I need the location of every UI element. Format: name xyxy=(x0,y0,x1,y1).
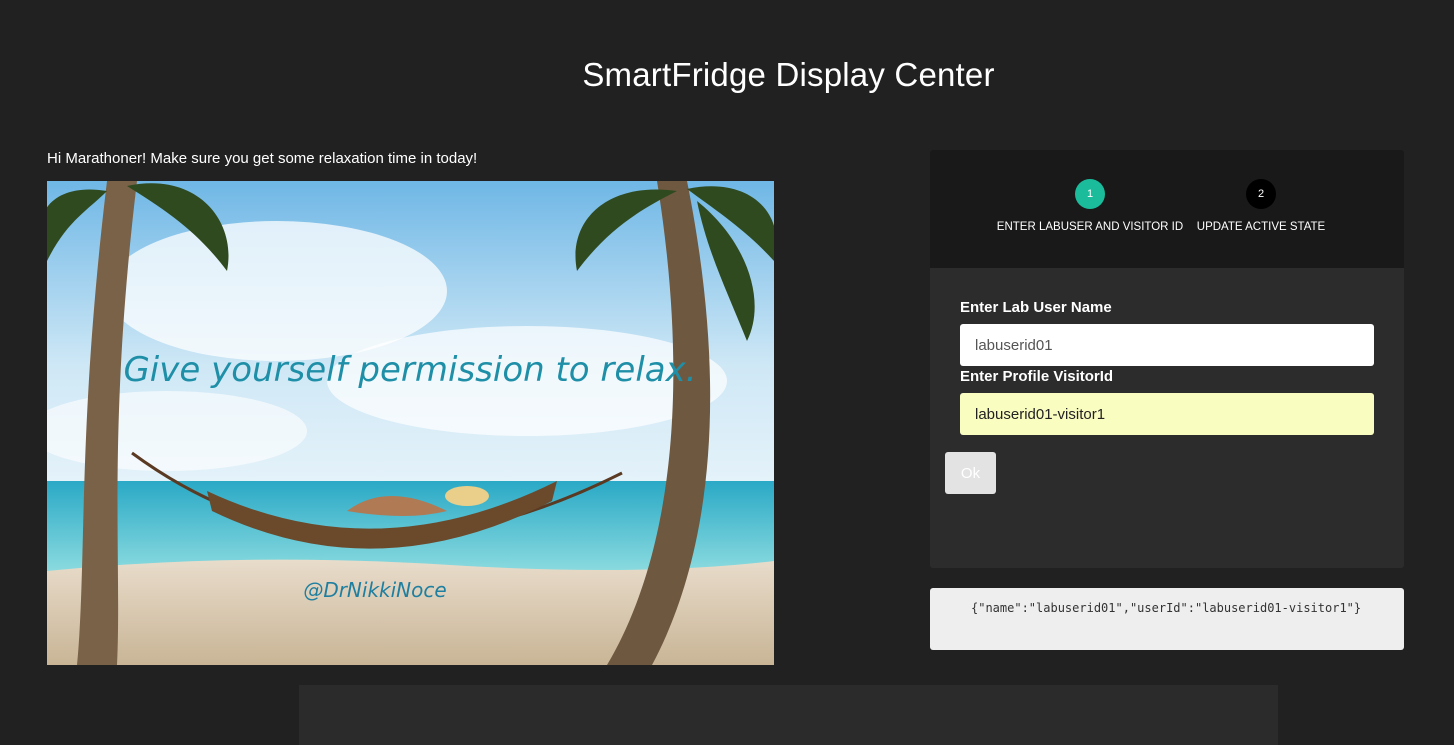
wizard-steps: 1 ENTER LABUSER AND VISITOR ID 2 UPDATE … xyxy=(930,150,1404,268)
step-2-number: 2 xyxy=(1246,179,1276,209)
json-output: {"name":"labuserid01","userId":"labuseri… xyxy=(930,588,1404,650)
lab-user-input[interactable] xyxy=(960,324,1374,366)
step-1-label: ENTER LABUSER AND VISITOR ID xyxy=(996,221,1184,233)
page-title: SmartFridge Display Center xyxy=(582,56,995,93)
greeting-text: Hi Marathoner! Make sure you get some re… xyxy=(47,150,478,167)
bottom-panel xyxy=(299,685,1278,745)
image-caption: Give yourself permission to relax. xyxy=(123,350,696,390)
relaxation-image: Give yourself permission to relax. @DrNi… xyxy=(47,181,774,665)
step-1-number: 1 xyxy=(1075,179,1105,209)
step-2-label: UPDATE ACTIVE STATE xyxy=(1196,221,1326,233)
visitor-id-input[interactable] xyxy=(960,393,1374,435)
visitor-id-label: Enter Profile VisitorId xyxy=(960,368,1114,385)
step-1[interactable]: 1 ENTER LABUSER AND VISITOR ID xyxy=(992,179,1188,233)
image-credit: @DrNikkiNoce xyxy=(303,578,446,602)
ok-button[interactable]: Ok xyxy=(945,452,996,494)
step-2[interactable]: 2 UPDATE ACTIVE STATE xyxy=(1191,179,1331,233)
svg-text:Give yourself permission to re: Give yourself permission to relax. xyxy=(123,350,696,390)
lab-user-label: Enter Lab User Name xyxy=(960,299,1112,316)
wizard-panel: 1 ENTER LABUSER AND VISITOR ID 2 UPDATE … xyxy=(930,150,1404,568)
